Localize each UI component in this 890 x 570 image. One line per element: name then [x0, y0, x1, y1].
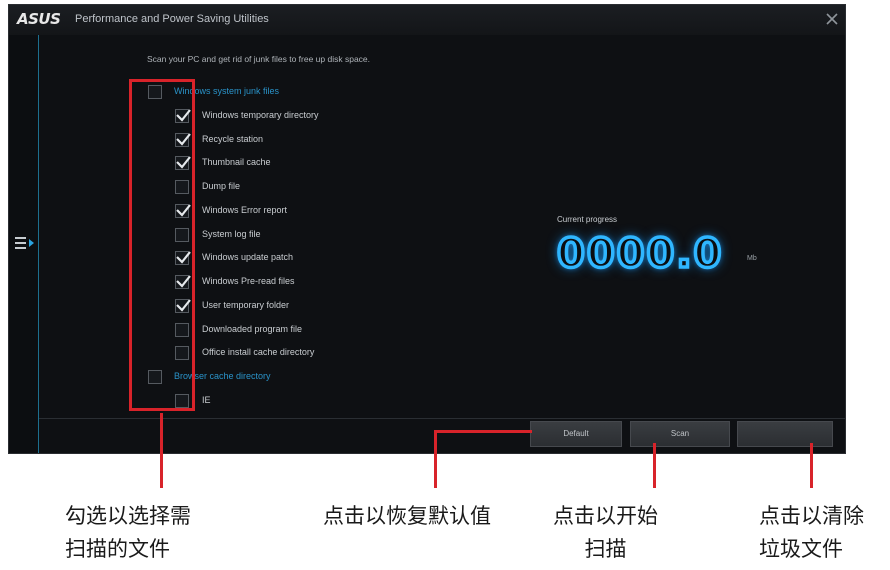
asus-logo: ASUS: [17, 10, 61, 28]
default-button[interactable]: Default: [530, 421, 622, 447]
progress-unit: Mb: [747, 255, 757, 262]
annotation-scan-line2: 扫描: [584, 537, 627, 561]
instruction-text: Scan your PC and get rid of junk files t…: [147, 54, 371, 64]
checkbox-label-office-install-cache-directory: Office install cache directory: [202, 347, 315, 358]
scan-button[interactable]: Scan: [630, 421, 730, 447]
checkbox-label-recycle-station: Recycle station: [202, 133, 264, 144]
checkbox-label-user-temporary-folder: User temporary folder: [202, 299, 290, 310]
menu-expand-icon[interactable]: [14, 235, 36, 251]
checkbox-label-downloaded-program-file: Downloaded program file: [202, 323, 303, 334]
checkbox-highlight-box: [129, 79, 195, 411]
close-icon[interactable]: [825, 12, 839, 26]
checkbox-label-windows-temporary-directory: Windows temporary directory: [202, 109, 319, 120]
progress-label: Current progress: [557, 215, 618, 224]
side-panel: [9, 35, 39, 453]
checkbox-label-windows-update-patch: Windows update patch: [202, 252, 294, 263]
default-callout-line-v: [434, 430, 437, 488]
clean-button[interactable]: [737, 421, 833, 447]
checkbox-label-system-log-file: System log file: [202, 228, 261, 239]
clean-callout-line: [810, 443, 813, 488]
annotation-default: 点击以恢复默认值: [323, 500, 491, 533]
checkbox-label-thumbnail-cache: Thumbnail cache: [202, 157, 271, 168]
select-callout-line: [160, 413, 163, 488]
annotation-default-line1: 点击以恢复默认值: [323, 504, 491, 528]
checkbox-label-dump-file: Dump file: [202, 181, 241, 191]
title-bar: ASUS Performance and Power Saving Utilit…: [9, 5, 845, 35]
checkbox-label-ie: IE: [202, 394, 211, 405]
annotation-select: 勾选以选择需 扫描的文件: [65, 500, 191, 566]
annotation-select-line1: 勾选以选择需: [65, 504, 191, 528]
annotation-clean-line2: 垃圾文件: [759, 537, 843, 561]
checkbox-label-windows-pre-read-files: Windows Pre-read files: [202, 276, 295, 286]
scan-callout-line: [653, 443, 656, 488]
annotation-clean-line1: 点击以清除: [759, 504, 864, 528]
default-callout-line-h: [434, 430, 532, 433]
annotation-scan-line1: 点击以开始: [553, 504, 658, 528]
window-title: Performance and Power Saving Utilities: [75, 13, 269, 25]
progress-value: 0000.0: [555, 229, 724, 279]
annotation-select-line2: 扫描的文件: [65, 537, 170, 561]
annotation-clean: 点击以清除 垃圾文件: [759, 500, 864, 566]
annotation-scan: 点击以开始 扫描: [538, 500, 673, 566]
checkbox-label-windows-error-report: Windows Error report: [202, 204, 288, 215]
